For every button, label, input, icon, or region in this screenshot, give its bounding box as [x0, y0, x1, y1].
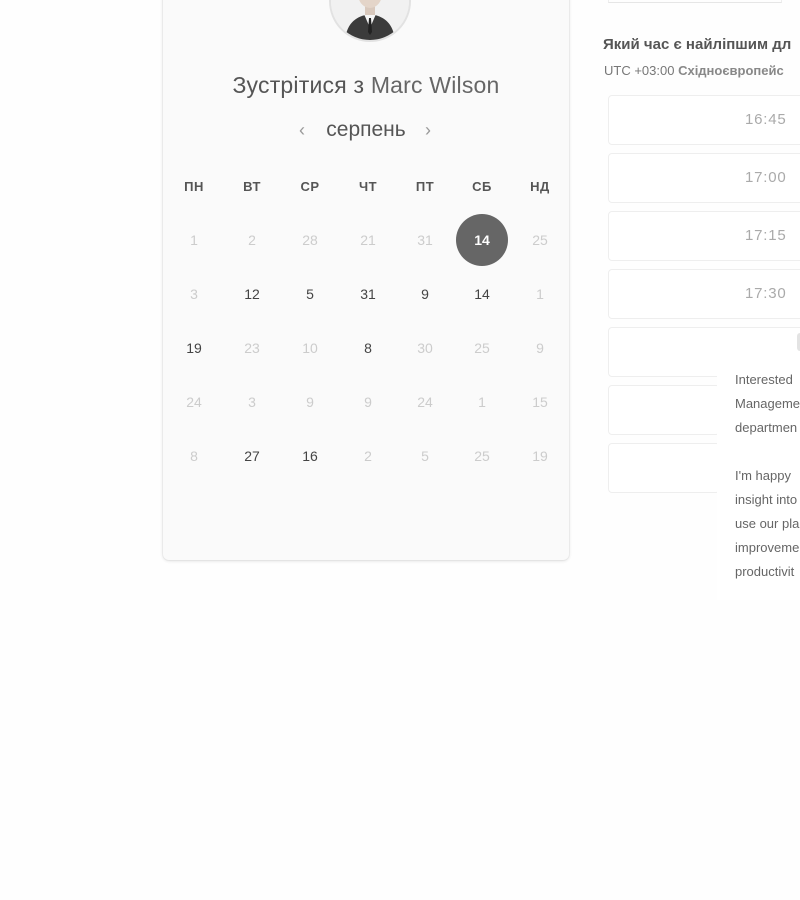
calendar-day[interactable]: 31	[348, 274, 388, 314]
weekday-label: ЧТ	[358, 179, 378, 194]
calendar-day: 30	[417, 340, 433, 356]
calendar-day[interactable]: 8	[348, 328, 388, 368]
popover-line: insight into	[735, 492, 798, 507]
calendar-day: 25	[474, 340, 490, 356]
calendar-day: 1	[478, 394, 486, 410]
time-slot[interactable]: 17:30	[608, 269, 800, 319]
calendar-day: 25	[474, 448, 490, 464]
time-question: Який час є найліпшим дл	[603, 36, 792, 53]
calendar-day: 1	[190, 232, 198, 248]
calendar-day: 2	[364, 448, 372, 464]
timezone-name: Східноєвропейс	[678, 63, 784, 78]
time-slot-label: 17:30	[745, 285, 787, 302]
weekday-label: ПН	[184, 179, 204, 194]
calendar-day: 9	[536, 340, 544, 356]
calendar-day: 8	[190, 448, 198, 464]
popover-line: departmen	[735, 420, 798, 435]
weekday-label: НД	[530, 179, 550, 194]
scheduler-card: Зустрітися з Marc Wilson ‹ серпень › ПН В…	[163, 0, 569, 560]
timezone-offset: UTC +03:00	[604, 63, 675, 78]
calendar-day: 5	[421, 448, 429, 464]
message-popover: Interested Manageme departmen I'm happy …	[717, 368, 800, 600]
time-slot[interactable]: 16:45	[608, 95, 800, 145]
weekday-label: ВТ	[243, 179, 261, 194]
popover-line: I'm happy	[735, 468, 791, 483]
calendar-day: 3	[190, 286, 198, 302]
calendar-day: 24	[417, 394, 433, 410]
calendar-day: 15	[532, 394, 548, 410]
calendar-day: 19	[532, 448, 548, 464]
weekday-label: СР	[300, 179, 320, 194]
popover-line: improveme	[735, 540, 800, 555]
calendar-day[interactable]: 5	[290, 274, 330, 314]
calendar-day[interactable]: 19	[174, 328, 214, 368]
calendar-day: 25	[532, 232, 548, 248]
calendar-day: 28	[302, 232, 318, 248]
host-name: Marc Wilson	[370, 72, 500, 98]
time-slot[interactable]	[608, 385, 720, 435]
calendar-day[interactable]: 14	[462, 274, 502, 314]
time-slot-label: 16:45	[745, 111, 787, 128]
title-prefix: Зустрітися з	[232, 72, 365, 98]
avatar-portrait-icon	[331, 0, 409, 40]
page-title: Зустрітися з Marc Wilson	[163, 72, 569, 99]
host-avatar	[329, 0, 411, 42]
selected-day[interactable]: 14	[456, 214, 508, 266]
calendar-day: 21	[360, 232, 376, 248]
time-slot[interactable]	[608, 443, 720, 493]
weekday-label: ПТ	[415, 179, 435, 194]
popover-line: Manageme	[735, 396, 800, 411]
calendar-day[interactable]: 9	[405, 274, 445, 314]
calendar-day: 24	[186, 394, 202, 410]
weekday-label: СБ	[472, 179, 492, 194]
popover-line: Interested	[735, 372, 793, 387]
calendar-day: 9	[364, 394, 372, 410]
month-label: серпень	[326, 118, 406, 141]
calendar-day: 9	[306, 394, 314, 410]
calendar-day[interactable]: 16	[290, 436, 330, 476]
chevron-right-icon[interactable]: ›	[425, 120, 431, 141]
timezone-label[interactable]: UTC +03:00 Східноєвропейс	[604, 63, 784, 78]
popover-line: use our pla	[735, 516, 800, 531]
calendar-day: 31	[417, 232, 433, 248]
time-slot-label: 17:00	[745, 169, 787, 186]
time-slot[interactable]: 17:15	[608, 211, 800, 261]
calendar-day[interactable]: 12	[232, 274, 272, 314]
calendar-day: 2	[248, 232, 256, 248]
calendar-day: 10	[302, 340, 318, 356]
time-slot[interactable]	[608, 0, 782, 3]
time-slot-label: 17:15	[745, 227, 787, 244]
popover-line: productivit	[735, 564, 795, 579]
calendar-day[interactable]: 27	[232, 436, 272, 476]
calendar-day: 1	[536, 286, 544, 302]
calendar-day: 3	[248, 394, 256, 410]
time-slot[interactable]: 17:00	[608, 153, 800, 203]
calendar-day: 23	[244, 340, 260, 356]
